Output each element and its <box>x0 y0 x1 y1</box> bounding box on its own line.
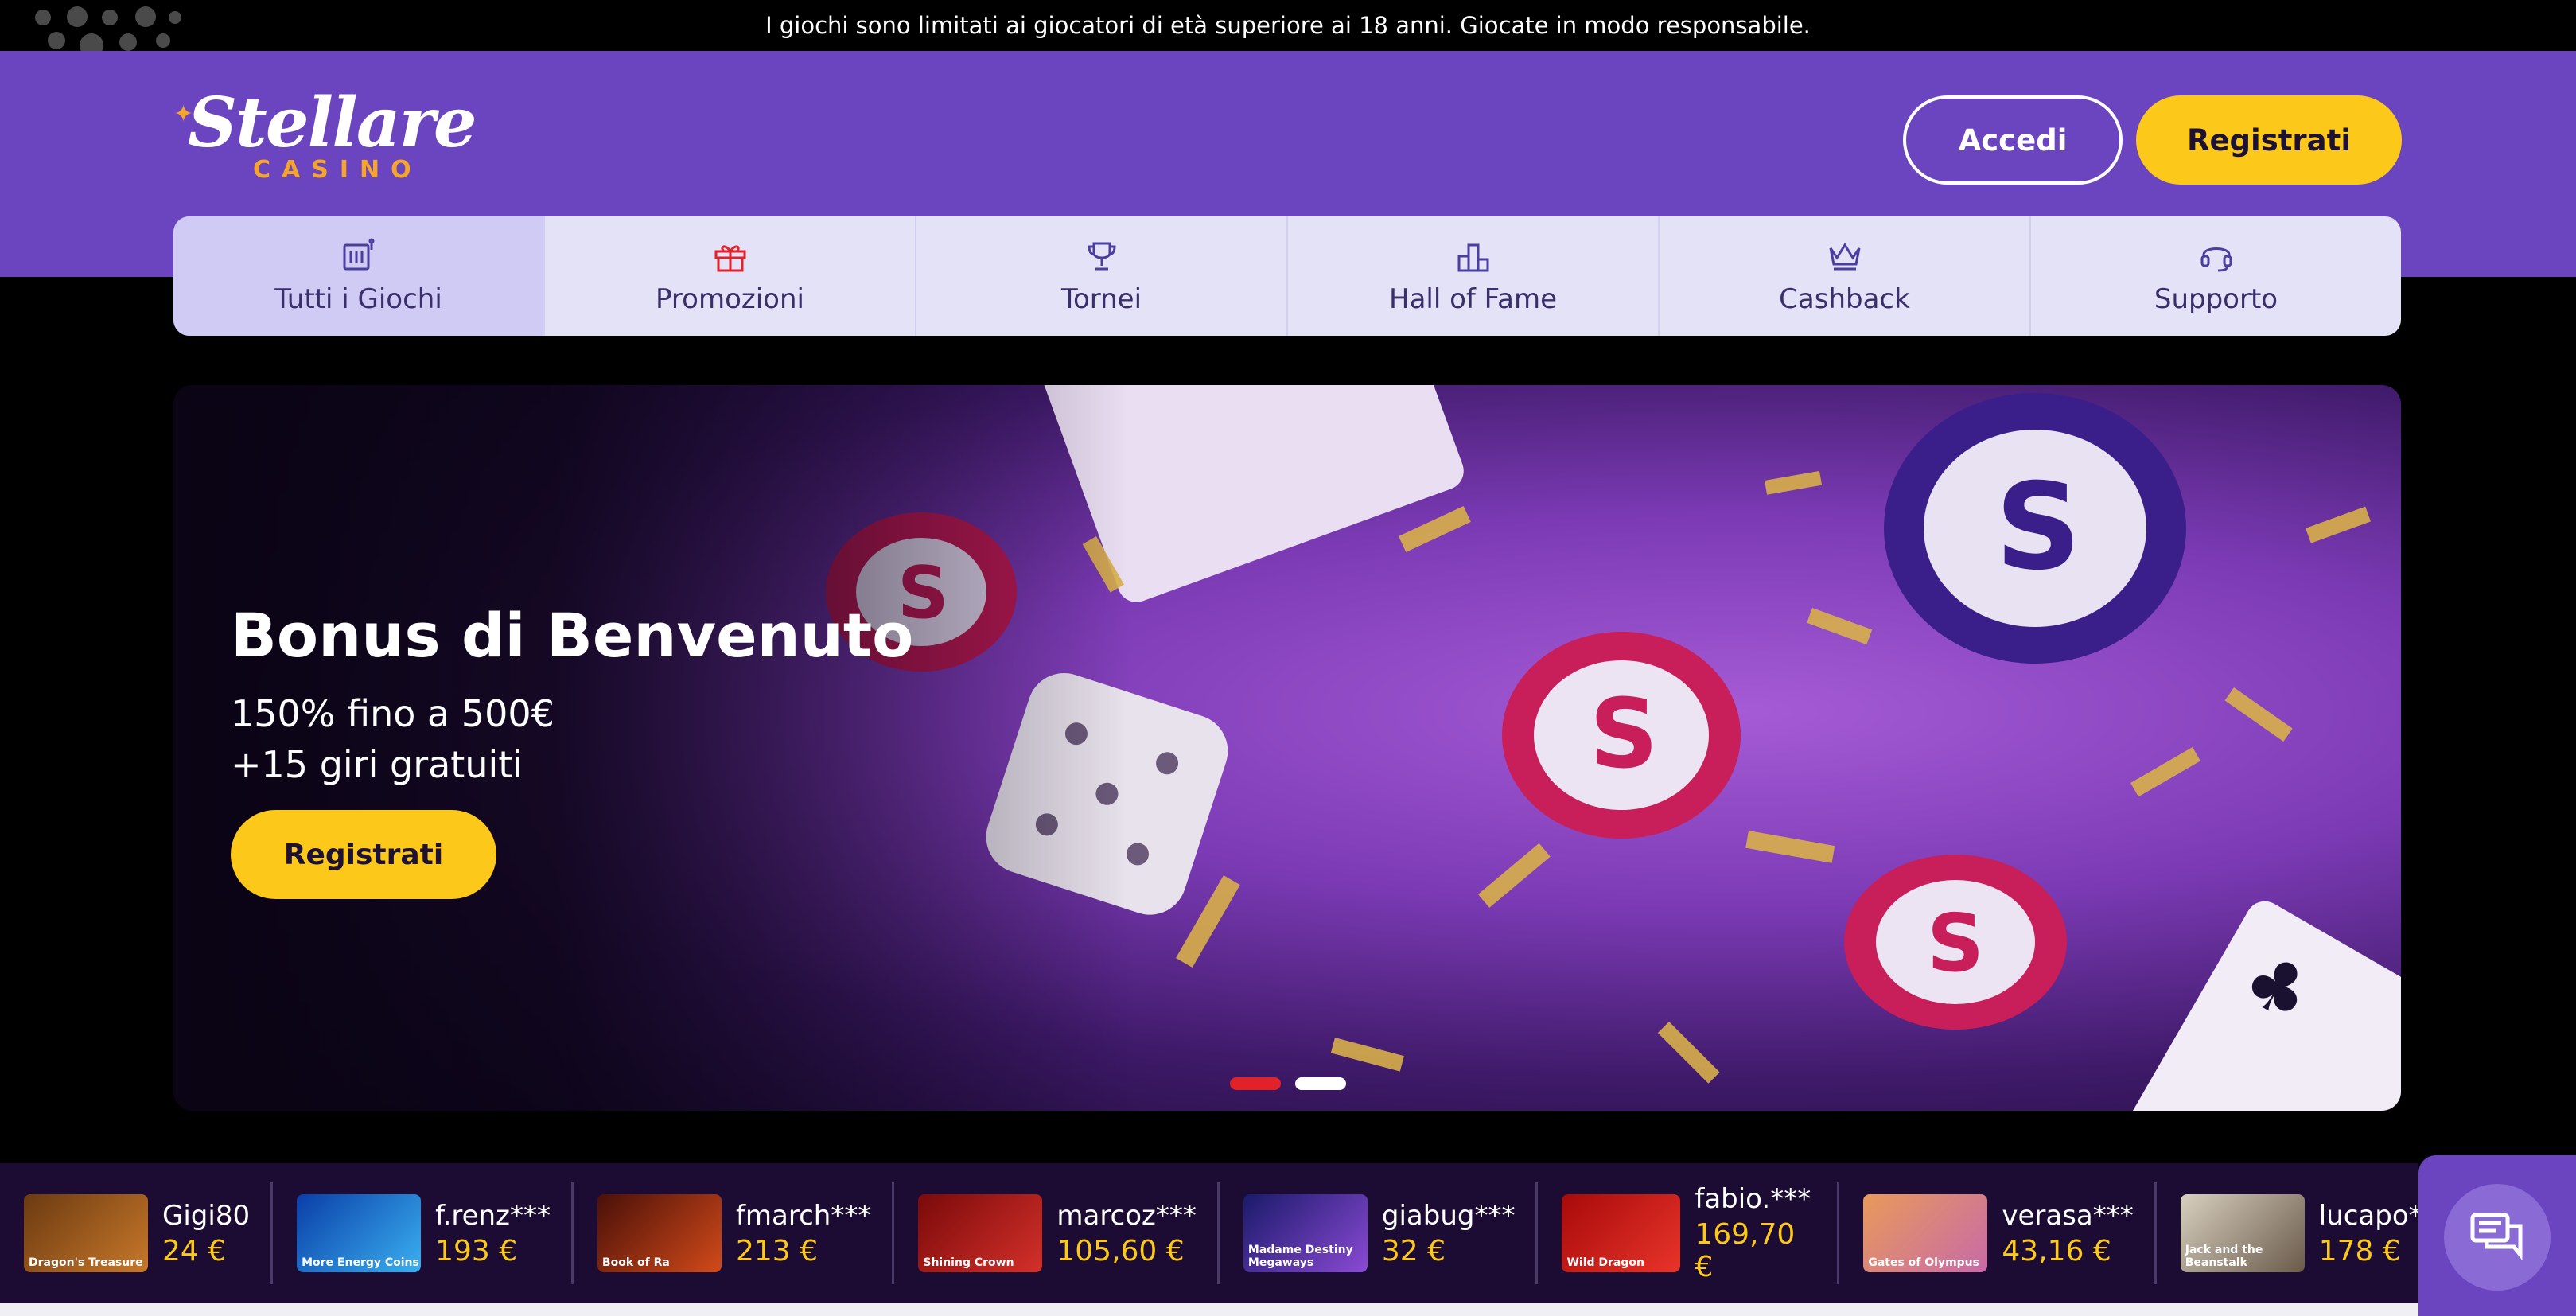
trophy-icon <box>1087 242 1116 271</box>
winner-amount: 43,16 € <box>2002 1234 2111 1267</box>
game-thumbnail: Jack and the Beanstalk <box>2180 1194 2305 1272</box>
register-button[interactable]: Registrati <box>2136 95 2402 185</box>
game-thumbnail: Dragon's Treasure <box>24 1194 148 1272</box>
game-thumbnail: Book of Ra <box>597 1194 722 1272</box>
hero-banner[interactable]: A ♣ S S S <box>173 385 2401 1111</box>
nav-item-tournaments[interactable]: Tornei <box>916 216 1288 336</box>
nav-item-hall-of-fame[interactable]: Hall of Fame <box>1288 216 1660 336</box>
gift-icon <box>714 245 745 272</box>
game-thumbnail: Shining Crown <box>918 1194 1043 1272</box>
winner-name: verasa*** <box>2002 1199 2134 1232</box>
winner-amount: 193 € <box>435 1234 518 1267</box>
hero-bonus-line: 150% fino a 500€ <box>231 692 555 735</box>
recent-winners: Dragon's Treasure Gigi80 24 € More Energy… <box>0 1163 2450 1303</box>
game-thumbnail: Wild Dragon <box>1562 1194 1681 1272</box>
winner-name: giabug*** <box>1381 1199 1516 1232</box>
winner-name: marcoz*** <box>1056 1199 1197 1232</box>
nav-item-promotions[interactable]: Promozioni <box>545 216 916 336</box>
nav-label: Cashback <box>1779 283 1910 315</box>
hero-spins-line: +15 giri gratuiti <box>231 743 523 786</box>
stellare-logo[interactable]: ✦ Stellare CASINO <box>173 83 500 185</box>
chat-icon <box>2470 1213 2523 1261</box>
winner-item[interactable]: Madame Destiny Megaways giabug*** 32 € <box>1220 1182 1539 1284</box>
age-notice: I giochi sono limitati ai giocatori di e… <box>0 0 2576 57</box>
nav-label: Hall of Fame <box>1389 283 1557 315</box>
winner-item[interactable]: Dragon's Treasure Gigi80 24 € <box>0 1182 274 1284</box>
game-thumbnail: Madame Destiny Megaways <box>1243 1194 1368 1272</box>
winner-amount: 169,70 € <box>1695 1218 1796 1283</box>
nav-item-cashback[interactable]: Cashback <box>1660 216 2031 336</box>
main-nav: Tutti i Giochi Promozioni Tornei Hall of… <box>173 216 2401 336</box>
crown-icon <box>1829 243 1860 271</box>
winner-item[interactable]: Wild Dragon fabio.*** 169,70 € <box>1538 1182 1840 1284</box>
podium-icon <box>1457 243 1488 272</box>
login-button[interactable]: Accedi <box>1903 95 2123 185</box>
logo-wordmark: Stellare <box>188 83 477 163</box>
winner-item[interactable]: Book of Ra fmarch*** 213 € <box>574 1182 895 1284</box>
winner-amount: 213 € <box>735 1234 819 1267</box>
nav-item-all-games[interactable]: Tutti i Giochi <box>173 216 545 336</box>
winner-item[interactable]: Shining Crown marcoz*** 105,60 € <box>894 1182 1220 1284</box>
chat-button[interactable] <box>2444 1184 2551 1291</box>
winner-amount: 24 € <box>162 1234 227 1267</box>
winner-item[interactable]: More Energy Coins f.renz*** 193 € <box>273 1182 574 1284</box>
nav-label: Tutti i Giochi <box>274 283 442 315</box>
winner-amount: 32 € <box>1381 1234 1446 1267</box>
svg-text:S: S <box>1590 679 1658 790</box>
games-icon <box>343 238 374 271</box>
nav-label: Supporto <box>2154 283 2278 315</box>
winner-name: f.renz*** <box>435 1199 551 1232</box>
age-notice-text: I giochi sono limitati ai giocatori di e… <box>765 12 1811 39</box>
headset-icon <box>2200 247 2232 272</box>
slide-dot-active[interactable] <box>1230 1077 1281 1090</box>
winner-name: fabio.*** <box>1695 1183 1811 1215</box>
nav-item-support[interactable]: Supporto <box>2031 216 2401 336</box>
game-thumbnail: More Energy Coins <box>297 1194 422 1272</box>
game-thumbnail: Gates of Olympus <box>1863 1194 1988 1272</box>
svg-text:S: S <box>1927 897 1984 990</box>
winner-name: Gigi80 <box>162 1199 251 1232</box>
decorative-dots <box>32 6 215 57</box>
winner-name: fmarch*** <box>735 1199 872 1232</box>
winner-item[interactable]: Gates of Olympus verasa*** 43,16 € <box>1839 1182 2157 1284</box>
nav-label: Tornei <box>1060 283 1142 315</box>
hero-title: Bonus di Benvenuto <box>231 600 914 671</box>
page-bottom-edge <box>0 1303 2418 1316</box>
svg-text:S: S <box>1995 458 2081 597</box>
slide-dot[interactable] <box>1295 1077 1346 1090</box>
hero-register-button[interactable]: Registrati <box>231 810 496 899</box>
nav-label: Promozioni <box>656 283 804 315</box>
logo-subtitle: CASINO <box>253 156 422 184</box>
winner-amount: 105,60 € <box>1056 1234 1185 1267</box>
